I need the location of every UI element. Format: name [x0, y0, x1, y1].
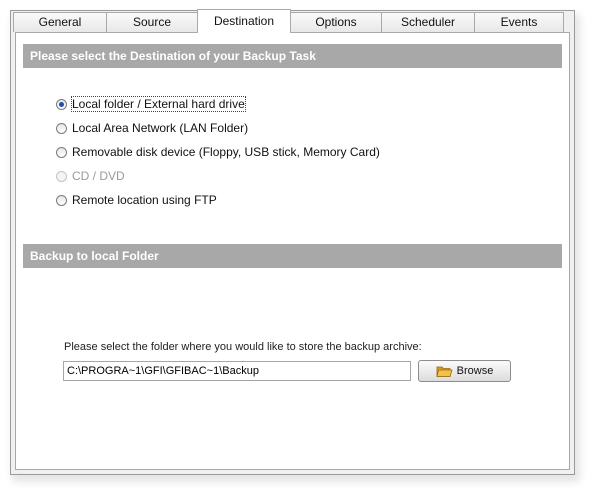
- radio-button-cd-dvd: [56, 170, 67, 182]
- browse-button-label: Browse: [456, 365, 494, 377]
- radio-option-lan-folder[interactable]: Local Area Network (LAN Folder): [56, 120, 248, 136]
- radio-label-lan-folder: Local Area Network (LAN Folder): [72, 121, 249, 135]
- radio-label-cd-dvd: CD / DVD: [72, 169, 125, 183]
- radio-button-ftp[interactable]: [56, 194, 67, 206]
- tab-general[interactable]: General: [13, 12, 107, 32]
- tab-bar: General Source Destination Options Sched…: [11, 9, 574, 33]
- backup-task-window: General Source Destination Options Sched…: [10, 9, 575, 475]
- local-folder-section-header: Backup to local Folder: [23, 244, 562, 268]
- radio-option-local-folder[interactable]: Local folder / External hard drive: [56, 96, 246, 112]
- tab-source[interactable]: Source: [106, 12, 198, 32]
- backup-path-input[interactable]: [63, 361, 411, 381]
- tab-scheduler[interactable]: Scheduler: [381, 12, 475, 32]
- tab-options[interactable]: Options: [290, 12, 382, 32]
- browse-button[interactable]: Browse: [418, 360, 511, 382]
- radio-label-removable-disk: Removable disk device (Floppy, USB stick…: [72, 145, 380, 159]
- folder-prompt-label: Please select the folder where you would…: [64, 341, 422, 353]
- destination-panel: Please select the Destination of your Ba…: [15, 32, 570, 470]
- radio-button-removable-disk[interactable]: [56, 146, 67, 158]
- radio-button-local-folder[interactable]: [56, 98, 67, 110]
- radio-option-cd-dvd: CD / DVD: [56, 168, 125, 184]
- radio-option-ftp[interactable]: Remote location using FTP: [56, 192, 217, 208]
- radio-label-ftp: Remote location using FTP: [72, 193, 217, 207]
- destination-section-header: Please select the Destination of your Ba…: [23, 44, 562, 68]
- folder-icon: [436, 364, 453, 378]
- tab-events[interactable]: Events: [474, 12, 564, 32]
- radio-button-lan-folder[interactable]: [56, 122, 67, 134]
- radio-option-removable-disk[interactable]: Removable disk device (Floppy, USB stick…: [56, 144, 380, 160]
- radio-label-local-folder: Local folder / External hard drive: [71, 96, 246, 112]
- tab-destination[interactable]: Destination: [197, 9, 291, 33]
